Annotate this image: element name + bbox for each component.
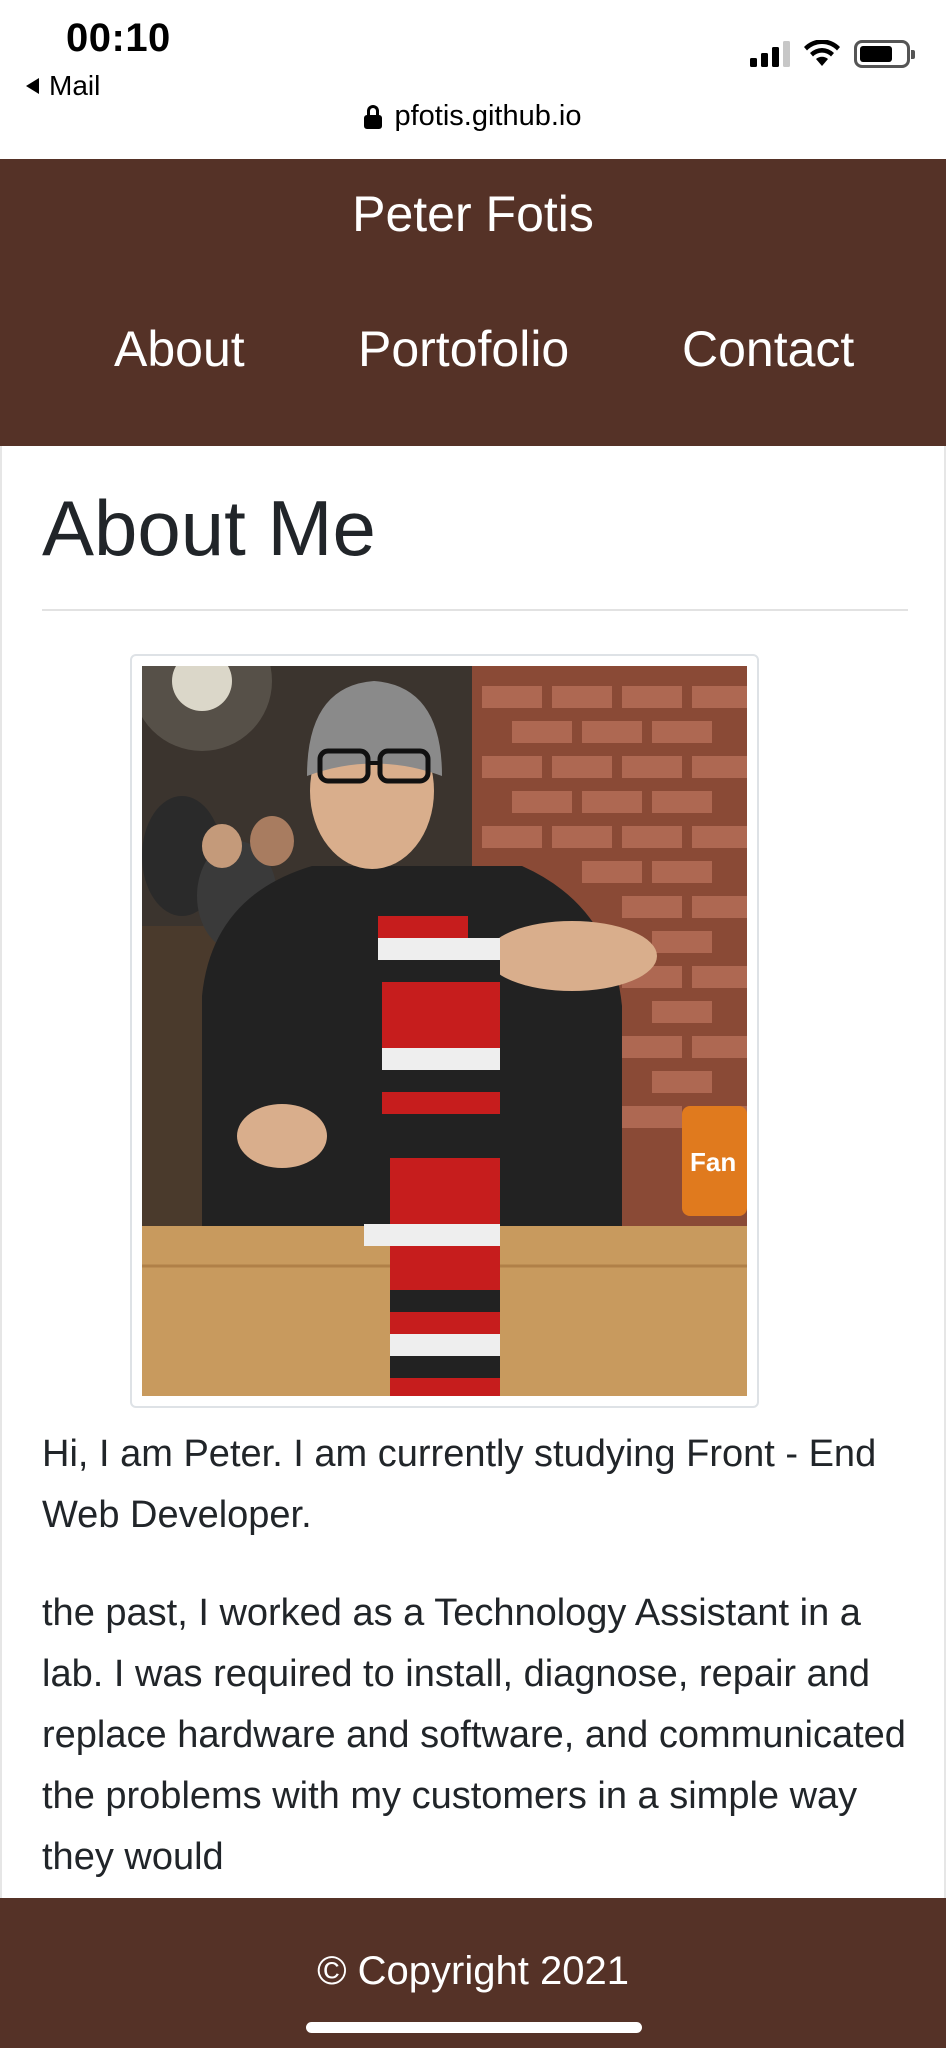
divider bbox=[42, 609, 908, 611]
cellular-signal-icon bbox=[750, 41, 790, 67]
back-arrow-icon bbox=[26, 78, 39, 94]
bio-paragraph-2: the past, I worked as a Technology Assis… bbox=[42, 1592, 906, 1878]
address-bar[interactable]: pfotis.github.io bbox=[0, 100, 946, 133]
site-title[interactable]: Peter Fotis bbox=[0, 159, 946, 269]
site-header: Peter Fotis About Portofolio Contact bbox=[0, 159, 946, 446]
battery-icon bbox=[854, 40, 915, 68]
clock: 00:10 bbox=[66, 16, 171, 60]
profile-photo: Fan bbox=[142, 666, 747, 1396]
site-footer: © Copyright 2021 bbox=[0, 1898, 946, 2048]
url-text: pfotis.github.io bbox=[394, 100, 582, 132]
main-content: About Me Fan Hi, I am Peter. I am curren… bbox=[0, 446, 946, 1898]
page-title: About Me bbox=[42, 484, 376, 572]
nav-contact[interactable]: Contact bbox=[682, 314, 854, 384]
home-indicator[interactable] bbox=[306, 2022, 642, 2033]
status-icons bbox=[750, 40, 915, 68]
profile-photo-frame: Fan bbox=[130, 654, 759, 1408]
nav-portfolio[interactable]: Portofolio bbox=[358, 314, 569, 384]
lock-icon bbox=[364, 104, 383, 129]
back-label: Mail bbox=[49, 70, 101, 101]
profile-photo-image: Fan bbox=[142, 666, 747, 1396]
bio-paragraph-1: Hi, I am Peter. I am currently studying … bbox=[42, 1433, 877, 1536]
nav-about[interactable]: About bbox=[114, 314, 245, 384]
main-nav: About Portofolio Contact bbox=[0, 314, 946, 384]
svg-text:Fan: Fan bbox=[690, 1147, 736, 1177]
wifi-icon bbox=[804, 40, 840, 66]
copyright-text: © Copyright 2021 bbox=[317, 1949, 629, 1993]
back-to-mail-button[interactable]: Mail bbox=[26, 70, 100, 102]
status-bar: 00:10 Mail pfotis.github.io bbox=[0, 0, 946, 159]
